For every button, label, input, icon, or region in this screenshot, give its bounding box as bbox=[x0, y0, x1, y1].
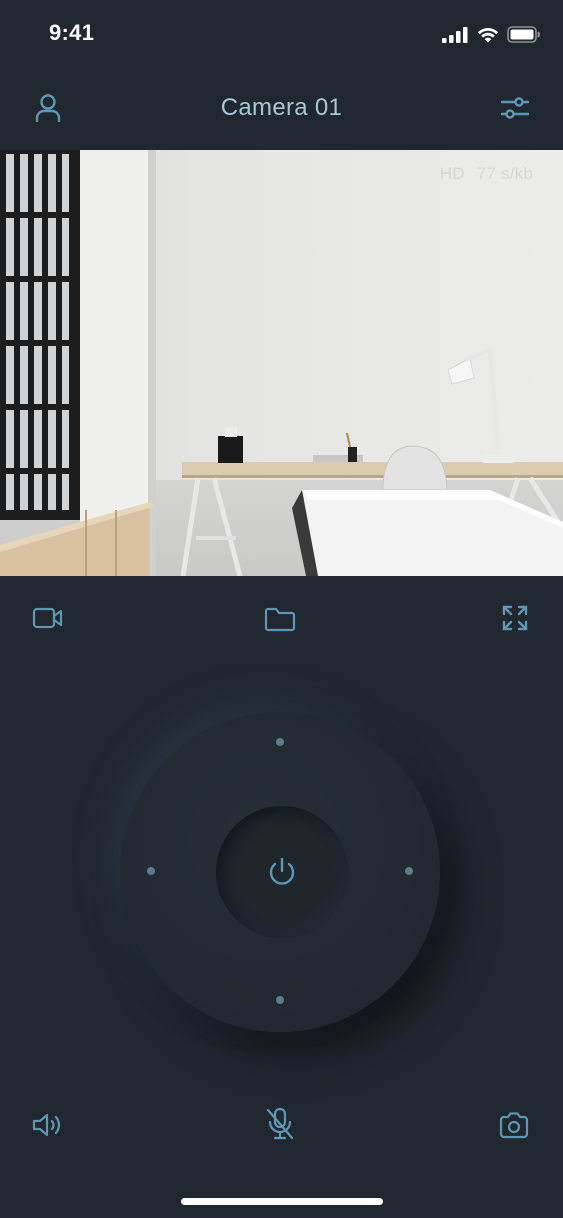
microphone-button[interactable] bbox=[262, 1106, 298, 1142]
wifi-icon bbox=[477, 27, 499, 42]
power-button[interactable] bbox=[216, 806, 348, 938]
snapshot-button[interactable] bbox=[496, 1108, 532, 1142]
sliders-icon bbox=[500, 97, 530, 119]
pan-left-button[interactable] bbox=[147, 867, 155, 875]
home-indicator bbox=[181, 1198, 383, 1205]
status-icons bbox=[442, 26, 541, 43]
settings-button[interactable] bbox=[496, 90, 534, 126]
stream-quality: HD bbox=[439, 164, 465, 183]
power-icon bbox=[269, 857, 295, 885]
room-image bbox=[0, 150, 563, 576]
video-camera-icon bbox=[32, 607, 63, 629]
camera-icon bbox=[499, 1112, 529, 1139]
stream-info: HD 77 s/kb bbox=[440, 164, 533, 184]
folder-icon bbox=[264, 607, 296, 632]
stream-bitrate: 77 s/kb bbox=[476, 164, 533, 183]
battery-icon bbox=[507, 26, 540, 43]
record-button[interactable] bbox=[30, 601, 66, 635]
files-button[interactable] bbox=[262, 602, 298, 636]
page-title: Camera 01 bbox=[220, 94, 343, 121]
fullscreen-button[interactable] bbox=[497, 601, 533, 635]
microphone-muted-icon bbox=[266, 1107, 294, 1140]
speaker-icon bbox=[32, 1113, 61, 1137]
cellular-signal-icon bbox=[442, 26, 468, 43]
speaker-button[interactable] bbox=[30, 1108, 66, 1142]
camera-feed[interactable] bbox=[0, 150, 563, 576]
pan-right-button[interactable] bbox=[405, 867, 413, 875]
status-time: 9:41 bbox=[49, 20, 95, 45]
pan-up-button[interactable] bbox=[276, 738, 284, 746]
pan-down-button[interactable] bbox=[276, 996, 284, 1004]
fullscreen-icon bbox=[502, 605, 528, 631]
